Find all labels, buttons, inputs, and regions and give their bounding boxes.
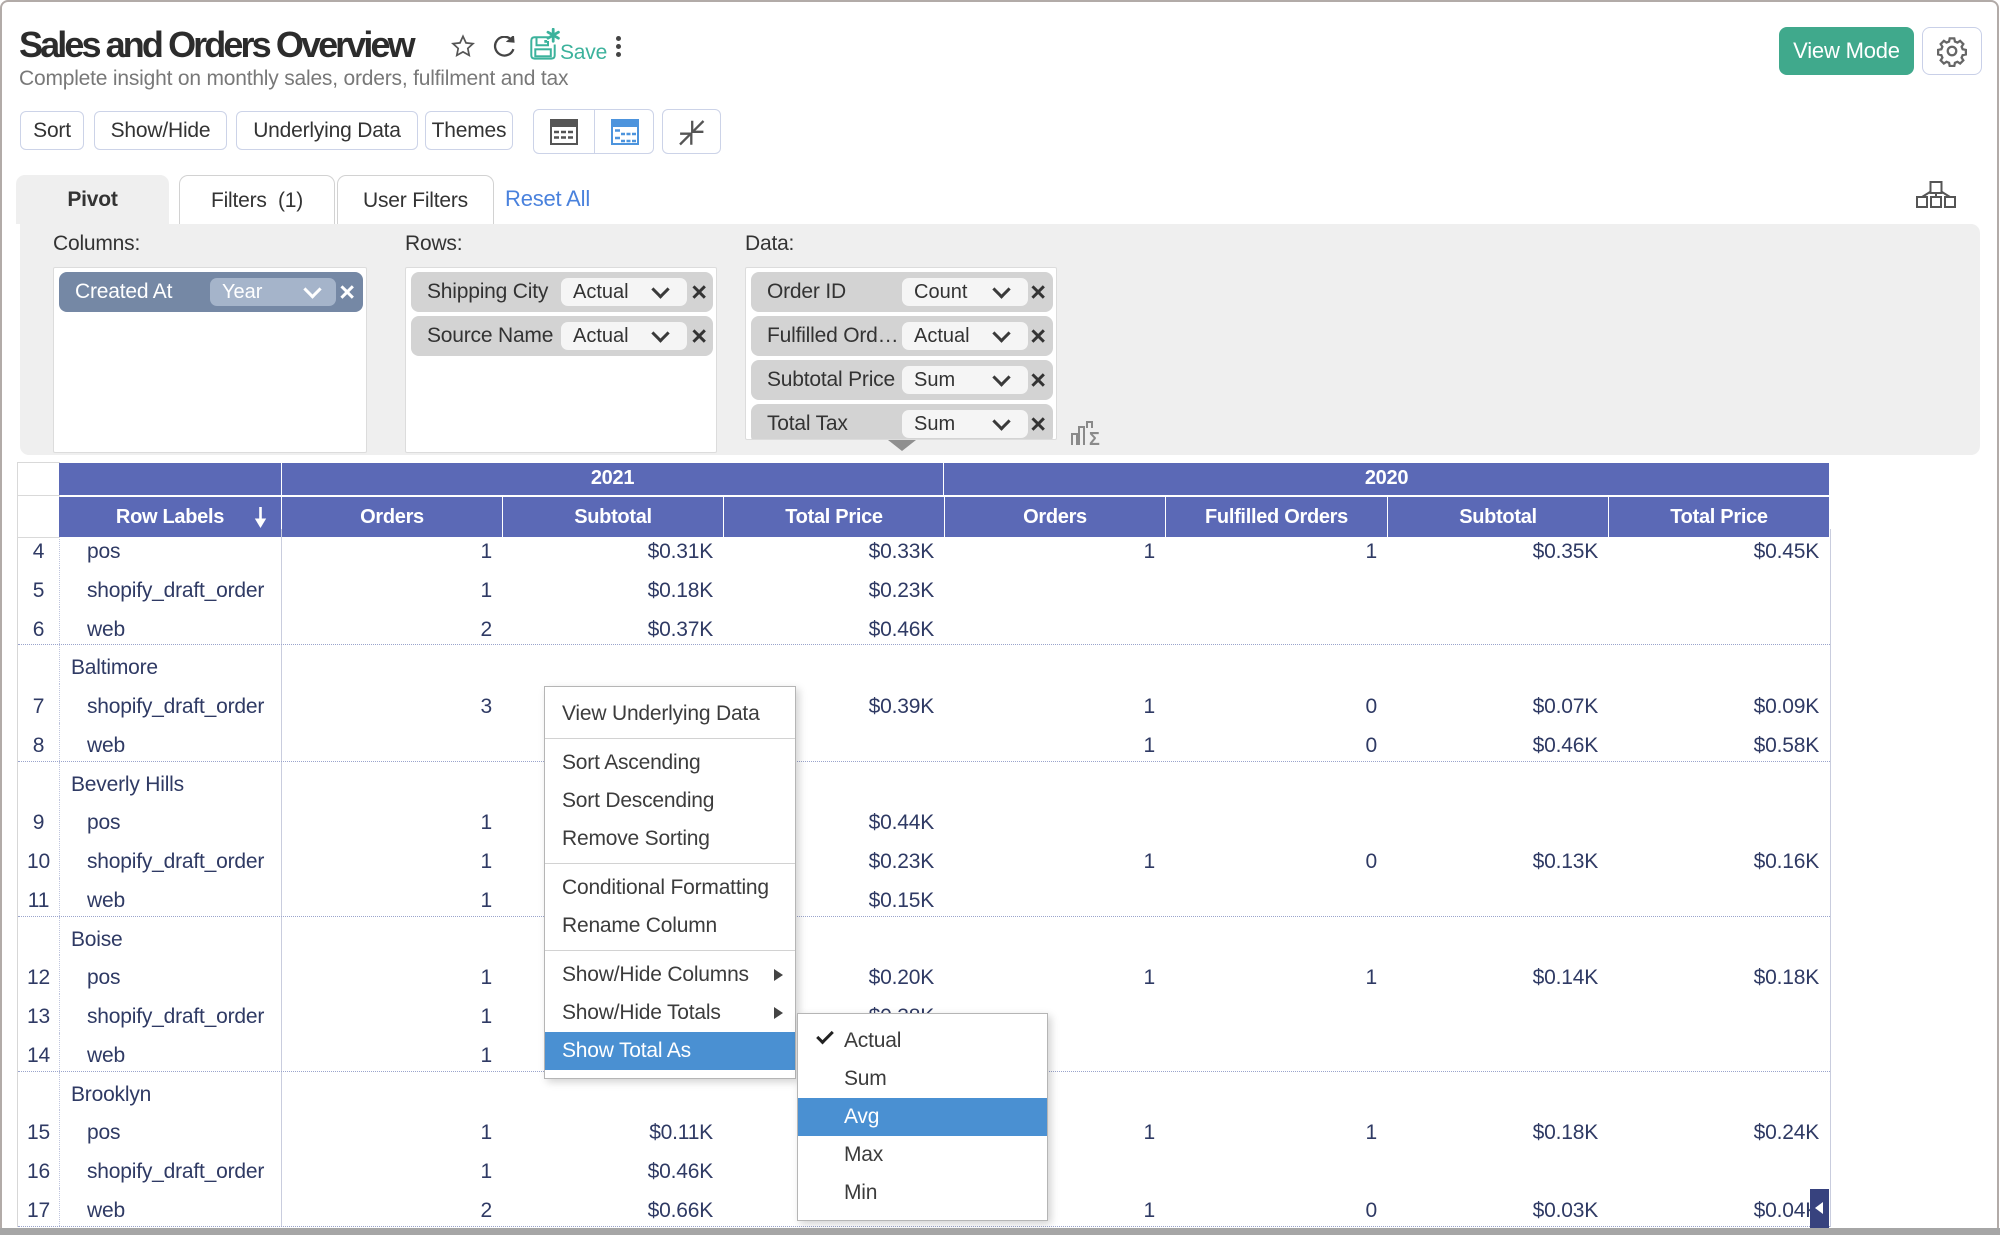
- svg-text:Σ: Σ: [1089, 429, 1100, 446]
